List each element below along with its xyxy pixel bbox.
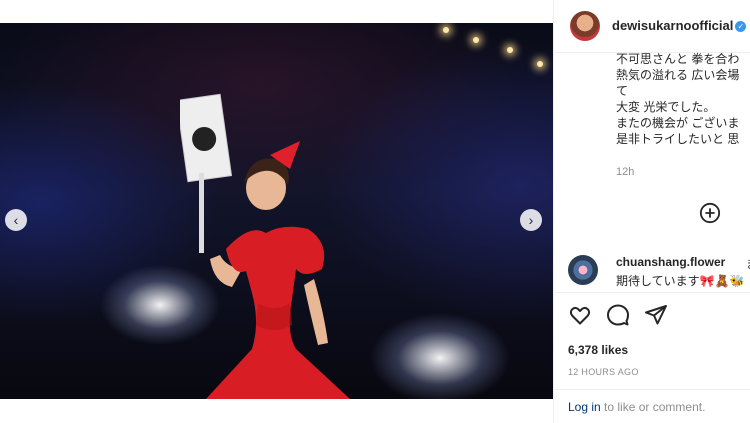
add-comment-icon[interactable] [699, 202, 721, 224]
woman-with-sign [180, 93, 350, 399]
post-sidebar: dewisukarnoofficial ✓ 不可思さんと 拳を合わ 熱気の溢れる … [553, 0, 750, 423]
stage-lights [433, 23, 553, 83]
comment-icon[interactable] [606, 303, 630, 327]
divider [554, 389, 750, 390]
caption-time: 12h [616, 166, 635, 178]
share-icon[interactable] [644, 303, 668, 327]
verified-badge-icon: ✓ [735, 21, 747, 33]
author-username[interactable]: dewisukarnoofficial ✓ [612, 18, 747, 33]
commenter-avatar[interactable] [568, 255, 598, 285]
login-prompt: Log in to like or comment. [568, 400, 705, 414]
post-caption: 不可思さんと 拳を合わ 熱気の溢れる 広い会場 て 大変 光栄でした。 またの機… [616, 51, 750, 161]
comment-text-start: ま [746, 255, 750, 272]
login-suffix: to like or comment. [600, 400, 706, 414]
caption-line: 不可思さんと 拳を合わ [616, 52, 740, 66]
post-header: dewisukarnoofficial ✓ [554, 0, 750, 53]
comment-text: 期待しています🎀🧸🐝 [616, 274, 745, 288]
login-link[interactable]: Log in [568, 400, 601, 414]
avatar[interactable] [570, 11, 600, 41]
caption-line: 大変 光栄でした。 [616, 100, 716, 114]
author-username-text[interactable]: dewisukarnoofficial [612, 18, 733, 33]
chevron-left-icon[interactable]: ‹ [5, 209, 27, 231]
divider [554, 292, 750, 293]
caption-line: またの機会が ございま [616, 116, 740, 130]
commenter-username[interactable]: chuanshang.flower [616, 255, 725, 269]
action-bar [568, 303, 668, 327]
caption-line: 熱気の溢れる 広い会場 [616, 68, 740, 82]
caption-line: て [616, 84, 629, 98]
caption-line: 是非トライしたいと 思 [616, 132, 740, 146]
post-image[interactable]: ‹ › [0, 23, 553, 399]
comment-item: chuanshang.flower ま 期待しています🎀🧸🐝 [568, 253, 750, 289]
heart-icon[interactable] [568, 303, 592, 327]
post-timestamp[interactable]: 12 HOURS AGO [568, 367, 639, 377]
likes-count[interactable]: 6,378 likes [568, 343, 628, 357]
chevron-right-icon[interactable]: › [520, 209, 542, 231]
